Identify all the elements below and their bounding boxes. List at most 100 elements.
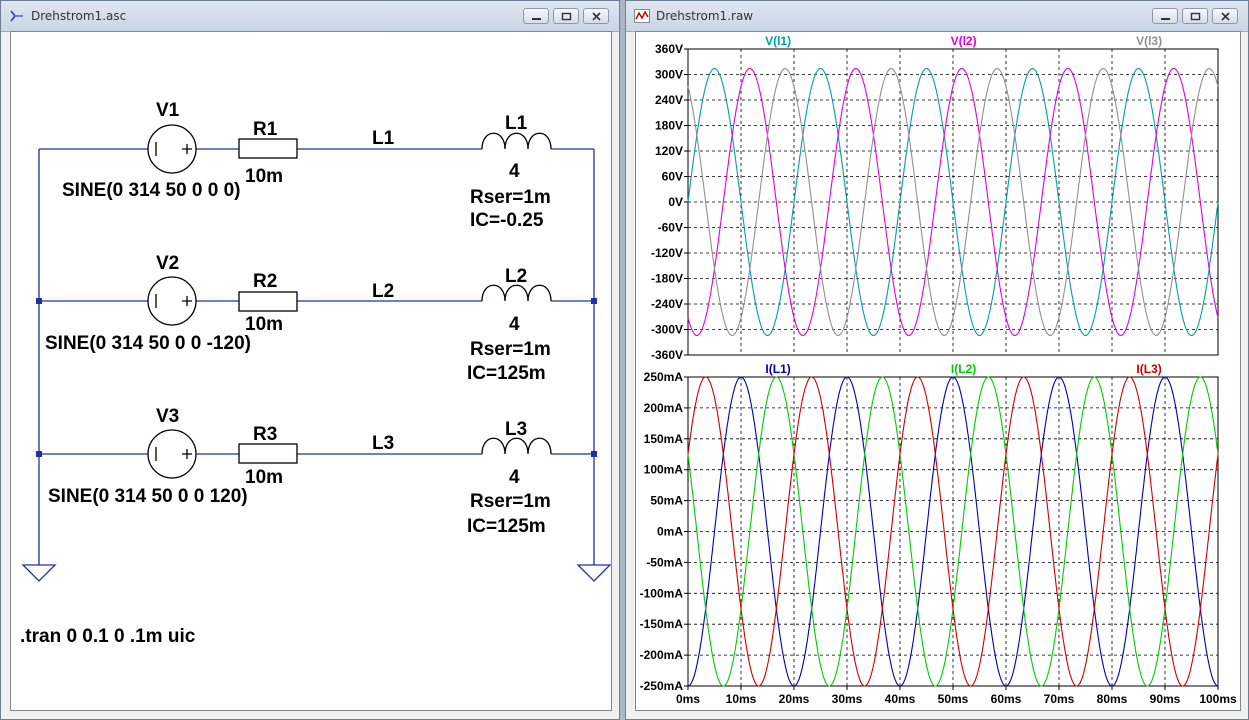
trace-label[interactable]: V(l3) — [1136, 34, 1162, 48]
x-tick-label: 50ms — [938, 692, 969, 706]
x-tick-label: 30ms — [832, 692, 863, 706]
y-tick-label: 100mA — [644, 463, 684, 477]
net-label-l3[interactable]: L3 — [372, 433, 394, 454]
maximize-icon — [561, 12, 572, 21]
r1-value[interactable]: 10m — [245, 166, 283, 187]
r3-value[interactable]: 10m — [245, 467, 283, 488]
l3-rser[interactable]: Rser=1m — [470, 491, 551, 512]
l2-ic[interactable]: IC=125m — [467, 363, 546, 384]
ground-left-icon — [21, 564, 57, 582]
x-tick-label: 0ms — [676, 692, 700, 706]
time-axis: 0ms 10ms 20ms 30ms 40ms 50ms 60ms 70ms 80ms 90ms 1… — [676, 686, 1237, 706]
r2-value[interactable]: 10m — [245, 314, 283, 335]
minimize-button[interactable] — [1152, 8, 1178, 24]
l2-name[interactable]: L2 — [505, 266, 527, 287]
waveform-viewer[interactable]: 360V 300V 240V 180V 120V 60V 0V -60V -120V -180V -… — [635, 31, 1241, 711]
y-tick-label: 300V — [655, 68, 683, 82]
l1-value[interactable]: 4 — [509, 161, 520, 182]
x-tick-label: 10ms — [726, 692, 757, 706]
l3-inductor-icon[interactable] — [481, 437, 552, 455]
trace-label[interactable]: I(L2) — [951, 362, 976, 376]
y-tick-label: 180V — [655, 119, 683, 133]
l3-ic[interactable]: IC=125m — [467, 516, 546, 537]
l1-inductor-icon[interactable] — [481, 132, 552, 150]
y-tick-label: 200mA — [644, 401, 684, 415]
r1-resistor-icon[interactable] — [238, 138, 298, 159]
y-tick-label: -120V — [651, 246, 683, 260]
maximize-button[interactable] — [1182, 8, 1208, 24]
y-tick-label: 60V — [662, 170, 683, 184]
x-tick-label: 70ms — [1044, 692, 1075, 706]
r3-name[interactable]: R3 — [253, 424, 277, 445]
v2-value[interactable]: SINE(0 314 50 0 0 -120) — [45, 333, 251, 354]
r1-name[interactable]: R1 — [253, 119, 278, 140]
waveform-app-icon — [634, 9, 650, 23]
y-tick-label: -150mA — [640, 617, 684, 631]
y-tick-label: 120V — [655, 144, 683, 158]
waveform-titlebar[interactable]: Drehstrom1.raw — [626, 1, 1248, 32]
minimize-icon — [1161, 18, 1170, 20]
v1-value[interactable]: SINE(0 314 50 0 0 0) — [62, 180, 241, 201]
l2-value[interactable]: 4 — [509, 314, 520, 335]
net-label-l1[interactable]: L1 — [372, 128, 395, 149]
waveform-plots[interactable]: 360V 300V 240V 180V 120V 60V 0V -60V -120V -180V -… — [636, 32, 1240, 710]
l2-rser[interactable]: Rser=1m — [470, 339, 551, 360]
x-tick-label: 90ms — [1150, 692, 1181, 706]
l1-name[interactable]: L1 — [505, 113, 528, 134]
y-tick-label: -60V — [658, 221, 683, 235]
schematic-app-icon — [10, 10, 23, 22]
x-tick-label: 40ms — [885, 692, 916, 706]
y-tick-label: -50mA — [646, 555, 683, 569]
close-icon — [1221, 12, 1230, 21]
l3-value[interactable]: 4 — [509, 467, 520, 488]
l1-rser[interactable]: Rser=1m — [470, 187, 551, 208]
net-label-l2[interactable]: L2 — [372, 281, 394, 302]
y-tick-label: 360V — [655, 42, 683, 56]
y-tick-label: -240V — [651, 297, 683, 311]
trace-label[interactable]: I(L1) — [765, 362, 790, 376]
close-button[interactable] — [583, 8, 609, 24]
r2-name[interactable]: R2 — [253, 271, 277, 292]
r3-resistor-icon[interactable] — [238, 443, 298, 464]
trace-label[interactable]: V(l1) — [765, 34, 791, 48]
y-tick-label: -180V — [651, 272, 683, 286]
voltage-pane[interactable]: 360V 300V 240V 180V 120V 60V 0V -60V -120V -180V -… — [651, 34, 1219, 362]
y-tick-label: -360V — [651, 348, 683, 362]
maximize-icon — [1190, 12, 1201, 21]
y-tick-label: 150mA — [644, 432, 684, 446]
y-tick-label: -250mA — [640, 679, 684, 693]
close-button[interactable] — [1212, 8, 1238, 24]
current-pane[interactable]: 250mA 200mA 150mA 100mA 50mA 0mA -50mA -100mA -1… — [640, 362, 1219, 693]
y-tick-label: -100mA — [640, 586, 684, 600]
spice-directive[interactable]: .tran 0 0.1 0 .1m uic — [20, 626, 196, 647]
v1-name[interactable]: V1 — [156, 100, 180, 121]
l1-ic[interactable]: IC=-0.25 — [470, 210, 544, 231]
x-tick-label: 100ms — [1199, 692, 1237, 706]
y-tick-label: -200mA — [640, 648, 684, 662]
trace-label[interactable]: V(l2) — [951, 34, 977, 48]
r2-resistor-icon[interactable] — [238, 291, 298, 312]
schematic-drawing[interactable]: V1 SINE(0 314 50 0 0 0) R1 10m L1 L1 4 R… — [11, 32, 612, 710]
schematic-window-title: Drehstrom1.asc — [31, 9, 127, 23]
v3-value[interactable]: SINE(0 314 50 0 0 120) — [48, 486, 248, 507]
y-tick-label: 0V — [668, 195, 683, 209]
l3-name[interactable]: L3 — [505, 419, 527, 440]
y-tick-label: 250mA — [644, 370, 684, 384]
v3-source-icon[interactable] — [147, 429, 197, 479]
y-tick-label: -300V — [651, 323, 683, 337]
x-tick-label: 20ms — [779, 692, 810, 706]
v2-name[interactable]: V2 — [156, 253, 179, 274]
waveform-window: Drehstrom1.raw 360V 300V 240V 180V 120V 60V 0V… — [625, 0, 1249, 720]
y-tick-label: 50mA — [650, 494, 683, 508]
schematic-window: Drehstrom1.asc V1 SINE(0 314 50 0 0 0) R… — [0, 0, 620, 720]
schematic-canvas[interactable]: V1 SINE(0 314 50 0 0 0) R1 10m L1 L1 4 R… — [10, 31, 612, 711]
maximize-button[interactable] — [553, 8, 579, 24]
schematic-titlebar[interactable]: Drehstrom1.asc — [1, 1, 619, 32]
v2-source-icon[interactable] — [147, 276, 197, 326]
v1-source-icon[interactable] — [147, 124, 197, 174]
l2-inductor-icon[interactable] — [481, 284, 552, 302]
trace-label[interactable]: I(L3) — [1136, 362, 1161, 376]
close-icon — [592, 12, 601, 21]
v3-name[interactable]: V3 — [156, 406, 179, 427]
minimize-button[interactable] — [523, 8, 549, 24]
